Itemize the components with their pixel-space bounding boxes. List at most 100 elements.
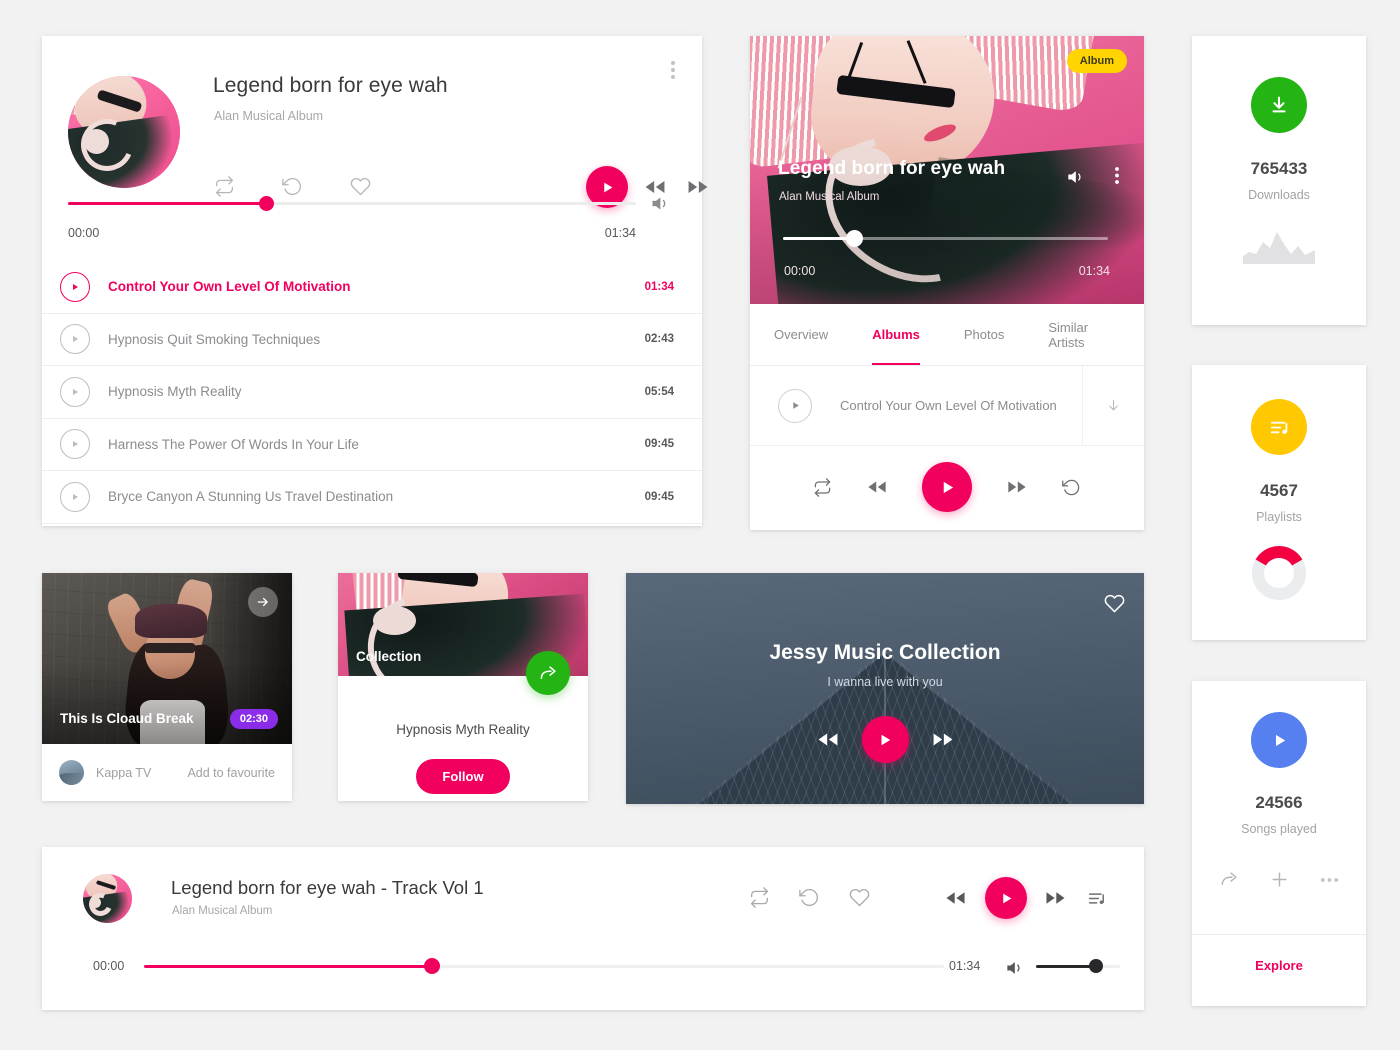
- play-icon: [71, 335, 79, 343]
- bar-fast-forward-button[interactable]: [1042, 887, 1068, 909]
- volume-icon[interactable]: [647, 191, 671, 215]
- track-row[interactable]: Bryce Canyon A Stunning Us Travel Destin…: [42, 471, 702, 524]
- track-duration: 02:43: [644, 333, 674, 346]
- bar-rewind-button[interactable]: [942, 887, 968, 909]
- fast-forward-icon[interactable]: [1006, 479, 1028, 495]
- now-playing-title: Legend born for eye wah: [213, 74, 448, 97]
- songs-played-label: Songs played: [1241, 822, 1317, 836]
- track-play-button[interactable]: [42, 324, 108, 355]
- fast-forward-button[interactable]: [685, 175, 711, 199]
- jessy-title: Jessy Music Collection: [769, 641, 1001, 664]
- heart-icon[interactable]: [348, 174, 372, 198]
- cloaud-break-card: This Is Cloaud Break 02:30 Kappa TV Add …: [42, 573, 292, 801]
- volume-icon[interactable]: [1064, 166, 1086, 188]
- playlists-label: Playlists: [1256, 510, 1302, 524]
- play-circle-button[interactable]: [60, 376, 90, 407]
- repeat-icon[interactable]: [212, 174, 236, 198]
- share-fab-button[interactable]: [526, 651, 570, 695]
- fast-forward-icon[interactable]: [931, 731, 955, 748]
- heart-icon[interactable]: [1103, 592, 1125, 614]
- replay-icon[interactable]: [797, 885, 821, 909]
- tab-photos[interactable]: Photos: [964, 304, 1004, 365]
- jessy-transport-controls: [626, 716, 1144, 763]
- jessy-collection-card: Jessy Music Collection I wanna live with…: [626, 573, 1144, 804]
- tab-albums[interactable]: Albums: [872, 304, 920, 365]
- more-vertical-icon[interactable]: [1110, 164, 1124, 186]
- cloaud-thumbnail[interactable]: This Is Cloaud Break 02:30: [42, 573, 292, 744]
- track-name: Bryce Canyon A Stunning Us Travel Destin…: [108, 489, 394, 505]
- replay-icon[interactable]: [280, 174, 304, 198]
- bar-track-subtitle: Alan Musical Album: [172, 905, 273, 917]
- jessy-play-button[interactable]: [861, 716, 909, 763]
- player-secondary-actions: [212, 174, 372, 198]
- play-circle-button[interactable]: [60, 324, 90, 355]
- bar-seek-slider[interactable]: [144, 958, 944, 974]
- volume-knob[interactable]: [1089, 959, 1104, 973]
- album-detail-card: Album Legend born for eye wah Alan Music…: [750, 36, 1144, 530]
- replay-icon[interactable]: [1062, 478, 1081, 497]
- album-track-row[interactable]: Control Your Own Level Of Motivation: [750, 366, 1144, 446]
- play-circle-button[interactable]: [60, 481, 90, 512]
- download-arrow-icon[interactable]: [1082, 366, 1144, 445]
- plus-icon[interactable]: [1270, 870, 1289, 889]
- repeat-icon[interactable]: [747, 885, 771, 909]
- track-play-button[interactable]: [42, 429, 108, 460]
- seek-knob[interactable]: [259, 196, 275, 211]
- track-row[interactable]: Hypnosis Quit Smoking Techniques 02:43: [42, 314, 702, 366]
- track-row[interactable]: Harness The Power Of Words In Your Life 0…: [42, 419, 702, 471]
- elapsed-time: 00:00: [68, 226, 100, 240]
- arrow-right-icon[interactable]: [248, 587, 278, 617]
- play-circle-button[interactable]: [60, 271, 90, 302]
- more-horizontal-icon[interactable]: [1320, 877, 1339, 883]
- volume-slider[interactable]: [1036, 959, 1120, 973]
- main-player-card: Legend born for eye wah Alan Musical Alb…: [42, 36, 708, 526]
- track-row[interactable]: Control Your Own Level Of Motivation 01:3…: [42, 261, 702, 314]
- add-to-favourite-button[interactable]: Add to favourite: [187, 766, 275, 780]
- track-name: Harness The Power Of Words In Your Life: [108, 436, 359, 452]
- seek-slider[interactable]: [68, 196, 636, 211]
- tab-overview[interactable]: Overview: [774, 304, 828, 365]
- bar-play-button[interactable]: [985, 877, 1027, 919]
- play-icon: [71, 440, 79, 448]
- repeat-icon[interactable]: [813, 477, 832, 497]
- playlists-donut-chart: [1252, 546, 1306, 600]
- album-seek-slider[interactable]: [783, 230, 1108, 247]
- rewind-icon[interactable]: [816, 731, 840, 748]
- play-circle-button[interactable]: [60, 429, 90, 460]
- album-play-button[interactable]: [922, 462, 972, 512]
- heart-icon[interactable]: [847, 885, 871, 909]
- seek-knob[interactable]: [424, 958, 440, 974]
- more-vertical-icon[interactable]: [665, 59, 681, 81]
- play-icon-badge[interactable]: [1251, 712, 1307, 768]
- share-icon[interactable]: [1220, 870, 1239, 889]
- track-row[interactable]: Hypnosis Myth Reality 05:54: [42, 366, 702, 419]
- play-circle-button[interactable]: [778, 388, 812, 423]
- follow-button[interactable]: Follow: [416, 759, 510, 794]
- cloaud-title: This Is Cloaud Break: [60, 711, 194, 726]
- album-badge[interactable]: Album: [1066, 49, 1127, 73]
- queue-music-icon[interactable]: [1085, 886, 1109, 910]
- jessy-subtitle: I wanna live with you: [827, 675, 943, 689]
- artwork-illustration: [68, 76, 180, 188]
- collection-overlay-label: Collection: [356, 649, 422, 664]
- play-icon: [71, 388, 79, 396]
- track-play-button[interactable]: [42, 481, 108, 512]
- download-icon-badge[interactable]: [1251, 77, 1307, 133]
- seek-fill: [144, 965, 432, 968]
- play-icon: [1000, 892, 1013, 905]
- rewind-icon[interactable]: [866, 479, 888, 495]
- bottom-player-bar: Legend born for eye wah - Track Vol 1 Al…: [42, 847, 1144, 1010]
- album-track-play[interactable]: [750, 388, 840, 423]
- avatar: [59, 760, 84, 785]
- explore-button[interactable]: Explore: [1192, 958, 1366, 973]
- share-icon: [539, 664, 558, 683]
- stat-card-playlists: 4567 Playlists: [1192, 365, 1366, 640]
- stat-card-downloads: 765433 Downloads: [1192, 36, 1366, 325]
- track-play-button[interactable]: [42, 271, 108, 302]
- play-icon: [71, 283, 79, 291]
- volume-icon[interactable]: [1003, 957, 1025, 979]
- playlist-icon-badge[interactable]: [1251, 399, 1307, 455]
- tab-similar-artists[interactable]: Similar Artists: [1048, 304, 1120, 365]
- seek-knob[interactable]: [846, 230, 863, 247]
- track-play-button[interactable]: [42, 376, 108, 407]
